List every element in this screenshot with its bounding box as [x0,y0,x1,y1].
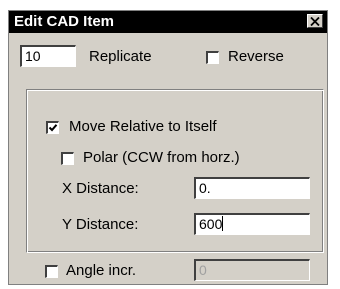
angle-incr-input[interactable]: 0 [194,259,310,281]
checkmark-icon [48,124,58,132]
title-bar[interactable]: Edit CAD Item [9,11,327,33]
close-button[interactable] [307,14,323,28]
angle-incr-value: 0 [199,262,207,278]
x-distance-input[interactable]: 0. [194,177,310,199]
text-cursor [222,216,224,231]
polar-label: Polar (CCW from horz.) [83,149,240,166]
x-distance-label: X Distance: [62,180,139,197]
polar-checkbox[interactable] [61,152,74,165]
replicate-value: 10 [25,48,41,64]
move-relative-checkbox[interactable] [46,121,59,134]
replicate-label: Replicate [89,48,152,65]
y-distance-value: 600 [199,216,223,232]
y-distance-input[interactable]: 600 [194,213,310,235]
y-distance-label: Y Distance: [62,216,139,233]
edit-cad-item-dialog: Edit CAD Item 10 Replicate Reverse Move … [8,10,328,285]
angle-incr-checkbox[interactable] [45,265,58,278]
close-icon [310,16,320,26]
dialog-title: Edit CAD Item [14,13,115,30]
reverse-label: Reverse [228,48,284,65]
move-relative-label: Move Relative to Itself [69,118,217,135]
angle-incr-label: Angle incr. [66,262,137,279]
replicate-input[interactable]: 10 [20,45,76,67]
x-distance-value: 0. [199,180,211,196]
reverse-checkbox[interactable] [206,51,219,64]
